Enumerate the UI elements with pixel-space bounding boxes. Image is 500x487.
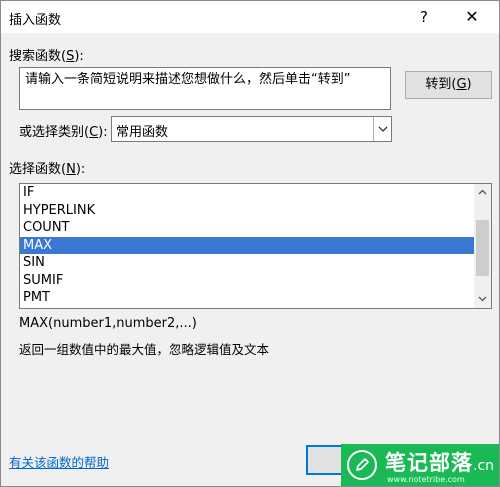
search-input[interactable]: 请输入一条简短说明来描述您想做什么，然后单击“转到” xyxy=(19,67,391,110)
function-list-items: IF HYPERLINK COUNT MAX SIN SUMIF PMT xyxy=(20,184,475,307)
search-label: 搜索函数(S): xyxy=(9,49,84,64)
function-list-item[interactable]: SIN xyxy=(20,254,475,272)
window-title: 插入函数 xyxy=(9,13,62,28)
close-icon[interactable]: ✕ xyxy=(459,5,485,29)
function-description: 返回一组数值中的最大值，忽略逻辑值及文本 xyxy=(19,342,270,357)
function-list-item[interactable]: PMT xyxy=(20,289,475,307)
function-list-item[interactable]: MAX xyxy=(20,236,475,254)
watermark-badge: 笔记部落.cn www.notetribe.com xyxy=(341,444,499,486)
help-icon[interactable]: ? xyxy=(411,5,437,29)
chevron-down-icon[interactable] xyxy=(373,117,391,141)
function-list[interactable]: IF HYPERLINK COUNT MAX SIN SUMIF PMT xyxy=(19,183,492,309)
function-signature: MAX(number1,number2,...) xyxy=(19,316,197,331)
scroll-thumb[interactable] xyxy=(476,219,489,276)
functions-label: 选择函数(N): xyxy=(9,162,86,177)
goto-button[interactable]: 转到(G) xyxy=(405,71,492,99)
scroll-up-icon[interactable] xyxy=(474,184,491,201)
watermark-url: www.notetribe.com xyxy=(387,475,465,484)
function-help-link[interactable]: 有关该函数的帮助 xyxy=(9,452,109,471)
function-list-scrollbar[interactable] xyxy=(474,184,491,308)
category-select[interactable]: 常用函数 xyxy=(111,116,392,142)
watermark-text: 笔记部落.cn xyxy=(385,451,495,475)
category-selected-value: 常用函数 xyxy=(116,125,169,140)
insert-function-dialog: 插入函数 ? ✕ 搜索函数(S): 请输入一条简短说明来描述您想做什么，然后单击… xyxy=(0,0,500,487)
function-list-item[interactable]: HYPERLINK xyxy=(20,202,475,220)
category-label: 或选择类别(C): xyxy=(19,125,108,140)
scroll-down-icon[interactable] xyxy=(474,291,491,308)
function-list-item[interactable]: IF xyxy=(20,184,475,202)
function-list-item[interactable]: COUNT xyxy=(20,219,475,237)
pen-logo-icon xyxy=(347,450,377,480)
title-bar: 插入函数 ? ✕ xyxy=(1,1,499,33)
function-list-item[interactable]: SUMIF xyxy=(20,272,475,290)
